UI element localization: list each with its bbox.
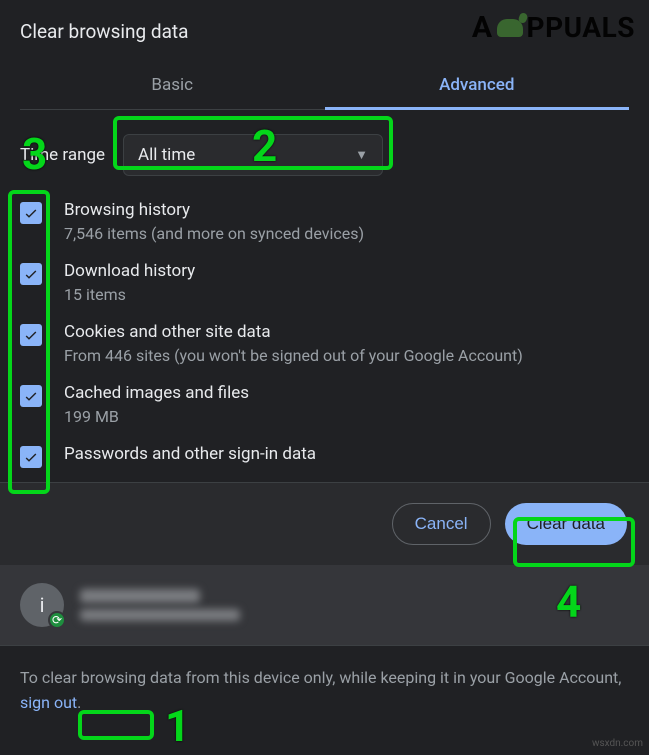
checkbox-cached[interactable] — [20, 385, 42, 407]
time-range-value: All time — [138, 145, 195, 165]
option-browsing-history: Browsing history 7,546 items (and more o… — [20, 200, 629, 243]
clear-data-button[interactable]: Clear data — [505, 503, 627, 545]
option-text: Download history 15 items — [64, 261, 195, 304]
tab-basic-label: Basic — [151, 75, 193, 95]
option-text: Browsing history 7,546 items (and more o… — [64, 200, 364, 243]
check-icon — [23, 449, 39, 465]
dialog-buttons: Cancel Clear data — [0, 482, 649, 565]
check-icon — [23, 327, 39, 343]
clear-label: Clear data — [527, 514, 605, 533]
account-info — [80, 589, 240, 621]
time-range-label: Time range — [20, 145, 105, 165]
watermark-letter: A — [472, 10, 493, 45]
account-email-redacted — [80, 609, 240, 621]
check-icon — [23, 266, 39, 282]
time-range-select[interactable]: All time ▼ — [123, 134, 383, 176]
option-subtitle: From 446 sites (you won't be signed out … — [64, 346, 523, 365]
option-subtitle: 7,546 items (and more on synced devices) — [64, 224, 364, 243]
watermark-logo: A PPUALS — [472, 10, 635, 45]
option-text: Cookies and other site data From 446 sit… — [64, 322, 523, 365]
checkbox-cookies[interactable] — [20, 324, 42, 346]
option-title: Passwords and other sign-in data — [64, 444, 316, 464]
footer-prefix: To clear browsing data from this device … — [20, 668, 621, 687]
watermark-text: PPUALS — [527, 11, 635, 44]
footer-suffix: . — [77, 693, 81, 712]
watermark-credit: wsxdn.com — [592, 738, 643, 749]
option-text: Cached images and files 199 MB — [64, 383, 249, 426]
time-range-row: Time range All time ▼ — [20, 134, 629, 176]
option-title: Cached images and files — [64, 383, 249, 403]
dialog-body: Time range All time ▼ Browsing history 7… — [0, 110, 649, 468]
avatar-initial: i — [40, 593, 45, 617]
checkbox-passwords[interactable] — [20, 446, 42, 468]
cancel-label: Cancel — [415, 514, 468, 533]
account-section: i ⟳ — [0, 565, 649, 645]
tab-advanced-label: Advanced — [439, 75, 514, 95]
avatar[interactable]: i ⟳ — [20, 583, 64, 627]
tab-strip: Basic Advanced — [20, 61, 629, 110]
chevron-down-icon: ▼ — [355, 147, 368, 163]
check-icon — [23, 388, 39, 404]
options-list: Browsing history 7,546 items (and more o… — [20, 200, 629, 468]
tab-basic[interactable]: Basic — [20, 61, 325, 109]
option-cookies: Cookies and other site data From 446 sit… — [20, 322, 629, 365]
account-name-redacted — [80, 589, 200, 603]
tab-advanced[interactable]: Advanced — [325, 61, 630, 109]
option-title: Cookies and other site data — [64, 322, 523, 342]
option-cached: Cached images and files 199 MB — [20, 383, 629, 426]
sync-badge-icon: ⟳ — [48, 611, 66, 629]
footer-text: To clear browsing data from this device … — [0, 645, 649, 736]
sign-out-link[interactable]: sign out — [20, 693, 77, 712]
option-download-history: Download history 15 items — [20, 261, 629, 304]
option-text: Passwords and other sign-in data — [64, 444, 316, 468]
checkbox-browsing-history[interactable] — [20, 202, 42, 224]
option-title: Download history — [64, 261, 195, 281]
check-icon — [23, 205, 39, 221]
watermark-cap-icon — [497, 19, 523, 37]
option-subtitle: 199 MB — [64, 407, 249, 426]
option-passwords: Passwords and other sign-in data — [20, 444, 629, 468]
cancel-button[interactable]: Cancel — [392, 503, 491, 545]
option-title: Browsing history — [64, 200, 364, 220]
checkbox-download-history[interactable] — [20, 263, 42, 285]
option-subtitle: 15 items — [64, 285, 195, 304]
